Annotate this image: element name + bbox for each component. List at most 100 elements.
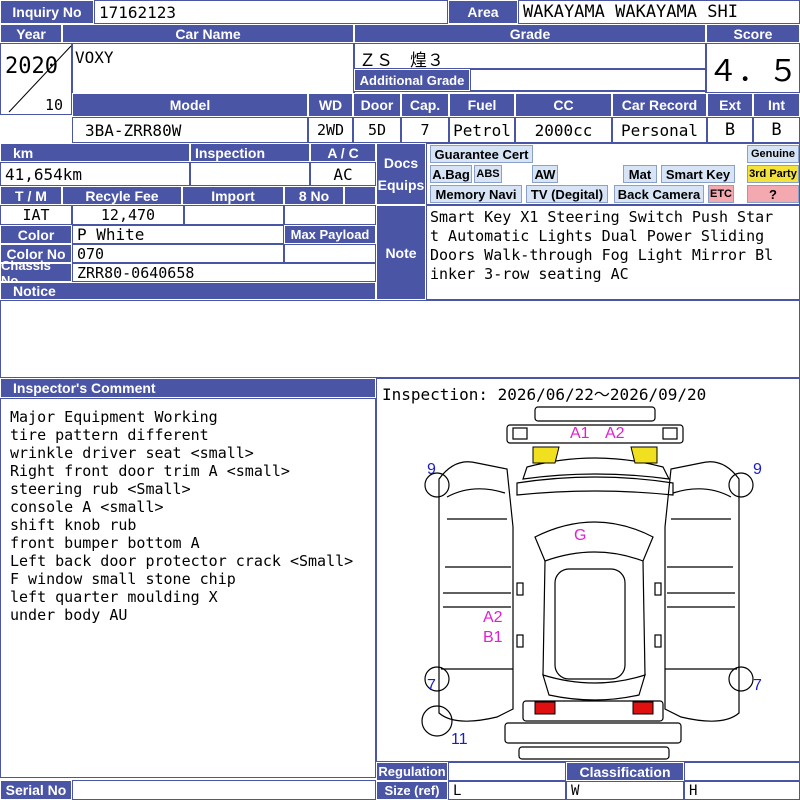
max-payload-label: Max Payload <box>284 225 376 244</box>
size-label: Size (ref) <box>376 781 448 800</box>
door-label: Door <box>353 93 401 117</box>
badge-mat: Mat <box>623 165 657 183</box>
additional-grade-cell <box>470 69 706 91</box>
recycle-label: Recyle Fee <box>62 186 182 205</box>
badge-abag: A.Bag <box>430 165 472 183</box>
mark-9-right: 9 <box>753 461 762 478</box>
badge-memory-navi: Memory Navi <box>430 185 522 203</box>
cc-value: 2000cc <box>515 117 612 143</box>
notice-area <box>0 300 800 378</box>
badge-smart-key: Smart Key <box>661 165 735 183</box>
tm-label: T / M <box>0 186 62 205</box>
cap-label: Cap. <box>401 93 449 117</box>
grade-cell: ＺＳ 煌３ <box>354 43 706 71</box>
8no-label: 8 No <box>284 186 344 205</box>
serial-value <box>72 780 376 800</box>
ac-label: A / C <box>310 143 376 162</box>
mark-11-spare: 11 <box>451 731 468 748</box>
regulation-label: Regulation <box>376 762 448 781</box>
car-record-label: Car Record <box>612 93 707 117</box>
inspector-comment-label: Inspector's Comment <box>0 378 376 398</box>
int-label: Int <box>753 93 800 117</box>
chassis-value: ZRR80-0640658 <box>72 263 376 282</box>
equips-label: Equips <box>377 177 425 193</box>
car-name-value: VOXY <box>75 48 114 67</box>
comment-line: front bumper bottom A <box>10 534 200 552</box>
model-label: Model <box>72 93 308 117</box>
mark-g-windshield: G <box>574 527 587 544</box>
badge-etc: ETC <box>708 185 734 203</box>
classification-label: Classification <box>566 762 684 781</box>
ext-label: Ext <box>707 93 753 117</box>
comment-line: Right front door trim A <small> <box>10 462 290 480</box>
inquiry-number: 17162123 <box>94 0 448 24</box>
model-value: 3BA-ZRR80W <box>72 117 308 143</box>
size-l: L <box>448 781 566 800</box>
cap-value: 7 <box>401 117 449 143</box>
docs-equips-label: Docs Equips <box>376 143 426 205</box>
fuel-value: Petrol <box>449 117 515 143</box>
color-value: P White <box>72 225 284 244</box>
cc-label: CC <box>515 93 612 117</box>
note-area: Smart Key X1 Steering Switch Push Start … <box>426 205 800 300</box>
fuel-label: Fuel <box>449 93 515 117</box>
regulation-value <box>448 762 566 781</box>
grade-value: ＺＳ 煌３ <box>359 51 444 71</box>
color-label: Color <box>0 225 72 244</box>
comment-line: Major Equipment Working <box>10 408 218 426</box>
wd-value: 2WD <box>308 117 353 143</box>
year-cell: 2020 10 <box>0 43 72 115</box>
mark-7-right: 7 <box>753 677 762 694</box>
size-w: W <box>566 781 684 800</box>
badge-genuine: Genuine <box>747 145 799 163</box>
note-label: Note <box>376 205 426 300</box>
import-value <box>184 205 284 225</box>
comment-line: console A <small> <box>10 498 164 516</box>
inspector-comment-list: Major Equipment Working tire pattern diff… <box>10 408 353 624</box>
car-record-value: Personal <box>612 117 707 143</box>
color-no-value: 070 <box>72 244 284 263</box>
mark-a1-front: A1 <box>570 425 590 442</box>
size-h: H <box>684 781 800 800</box>
recycle-value: 12,470 <box>72 205 184 225</box>
mark-9-left: 9 <box>427 461 436 478</box>
mark-a2-side: A2 <box>483 609 503 626</box>
int-value: B <box>753 117 800 143</box>
import-label: Import <box>182 186 284 205</box>
car-name-label: Car Name <box>62 24 354 43</box>
grade-label: Grade <box>354 24 706 43</box>
comment-line: tire pattern different <box>10 426 209 444</box>
badge-aw: AW <box>532 165 558 183</box>
chassis-label: Chassis No <box>0 258 72 288</box>
month-value: 10 <box>45 96 64 114</box>
ac-value: AC <box>310 162 376 186</box>
note-text: Smart Key X1 Steering Switch Push Start … <box>430 208 774 283</box>
inquiry-label: Inquiry No <box>0 0 94 24</box>
inspection-diagram-area: Inspection: 2026/06/22～2026/09/20 A1 A2 … <box>376 378 800 762</box>
badge-question: ? <box>747 185 799 203</box>
badge-guarantee-cert: Guarantee Cert <box>430 145 533 163</box>
inspector-comment-area: Major Equipment Working tire pattern diff… <box>0 398 376 778</box>
inspection-value <box>190 162 310 186</box>
comment-line: shift knob rub <box>10 516 137 534</box>
year-label: Year <box>0 24 62 43</box>
tm-value: IAT <box>0 205 72 225</box>
mark-7-left: 7 <box>427 677 436 694</box>
badge-tv: TV (Degital) <box>526 185 608 203</box>
comment-line: left quarter moulding X <box>10 588 218 606</box>
additional-grade-label: Additional Grade <box>354 69 470 91</box>
badge-third-party: 3rd Party <box>747 165 799 183</box>
wd-label: WD <box>308 93 353 117</box>
km-label: km <box>0 143 190 162</box>
notice-label: Notice <box>0 282 376 300</box>
inspection-label: Inspection <box>190 143 310 162</box>
max-payload-value <box>284 244 376 263</box>
mark-a2-front: A2 <box>605 425 625 442</box>
comment-line: under body AU <box>10 606 128 624</box>
comment-line: F window small stone chip <box>10 570 236 588</box>
door-value: 5D <box>353 117 401 143</box>
ext-value: B <box>707 117 753 143</box>
score-label: Score <box>706 24 800 43</box>
comment-line: Left back door protector crack <Small> <box>10 552 354 570</box>
8no-value <box>284 205 376 225</box>
